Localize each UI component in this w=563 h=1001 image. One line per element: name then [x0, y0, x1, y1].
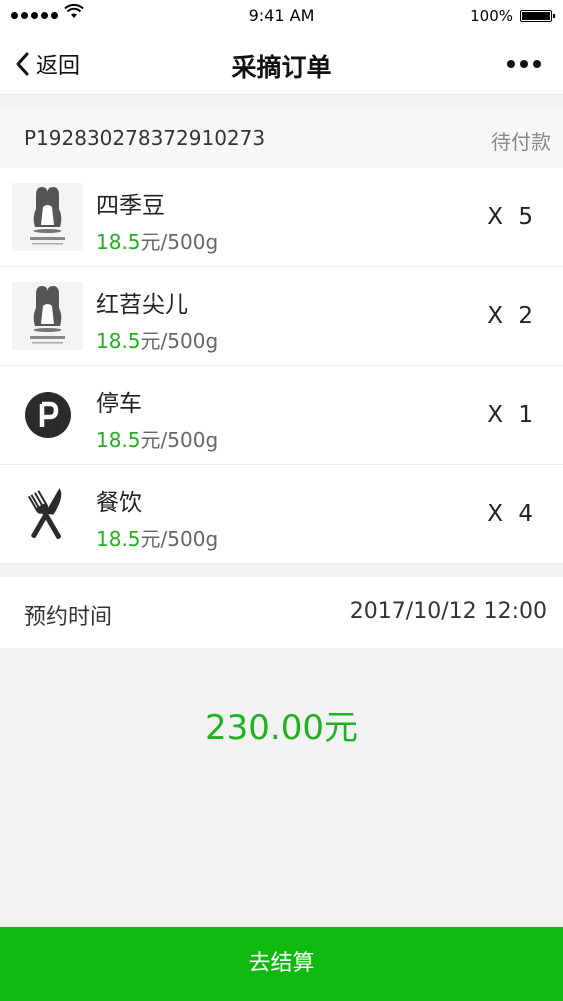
list-item[interactable]: 红苕尖儿 18.5元/500g X 2 [0, 267, 563, 366]
page-title: 采摘订单 [231, 53, 332, 82]
list-item[interactable]: 停车 18.5元/500g X 1 [0, 366, 563, 465]
item-price: 18.5元/500g [96, 325, 218, 354]
phone-screen: 9:41 AM 100% 返回 采摘订单 P192830278372910273… [0, 0, 563, 1001]
item-price: 18.5元/500g [96, 523, 218, 552]
list-item[interactable]: 四季豆 18.5元/500g X 5 [0, 168, 563, 267]
item-list: 四季豆 18.5元/500g X 5 红苕尖儿 18.5元/500g X 2 停… [0, 168, 563, 564]
reservation-label: 预约时间 [24, 605, 113, 630]
item-quantity: X 2 [487, 303, 537, 329]
brand-logo-icon [12, 282, 83, 350]
item-name: 红苕尖儿 [96, 292, 188, 318]
item-price-value: 18.5 [96, 428, 141, 452]
reservation-time: 2017/10/12 12:00 [349, 599, 547, 624]
fork-knife-icon [27, 488, 62, 540]
item-price-unit: 元/500g [140, 329, 219, 353]
nav-bar: 返回 采摘订单 [0, 34, 563, 95]
item-name: 停车 [96, 391, 142, 417]
item-name: 四季豆 [96, 193, 165, 219]
order-status: 待付款 [491, 130, 551, 154]
status-bar: 9:41 AM 100% [0, 0, 563, 34]
item-quantity: X 4 [487, 501, 537, 527]
item-price: 18.5元/500g [96, 226, 218, 255]
brand-logo-icon [12, 183, 83, 251]
ellipsis-icon [507, 60, 515, 68]
item-price-unit: 元/500g [140, 527, 219, 551]
item-quantity: X 1 [487, 402, 537, 428]
item-name: 餐饮 [96, 490, 142, 516]
order-header: P192830278372910273 待付款 [0, 108, 563, 168]
item-price-value: 18.5 [96, 527, 141, 551]
parking-icon [25, 392, 71, 438]
item-price-unit: 元/500g [140, 428, 219, 452]
item-price-value: 18.5 [96, 329, 141, 353]
item-price: 18.5元/500g [96, 424, 218, 453]
battery-icon [520, 10, 555, 22]
list-item[interactable]: 餐饮 18.5元/500g X 4 [0, 465, 563, 564]
total-amount: 230.00元 [205, 708, 358, 748]
order-number: P192830278372910273 [24, 126, 266, 150]
reservation-row[interactable]: 预约时间 2017/10/12 12:00 [0, 577, 563, 648]
battery-percent: 100% [470, 7, 513, 25]
item-quantity: X 5 [487, 204, 537, 230]
item-price-unit: 元/500g [140, 230, 219, 254]
more-button[interactable] [507, 60, 541, 68]
checkout-button[interactable]: 去结算 [0, 927, 563, 1001]
item-price-value: 18.5 [96, 230, 141, 254]
